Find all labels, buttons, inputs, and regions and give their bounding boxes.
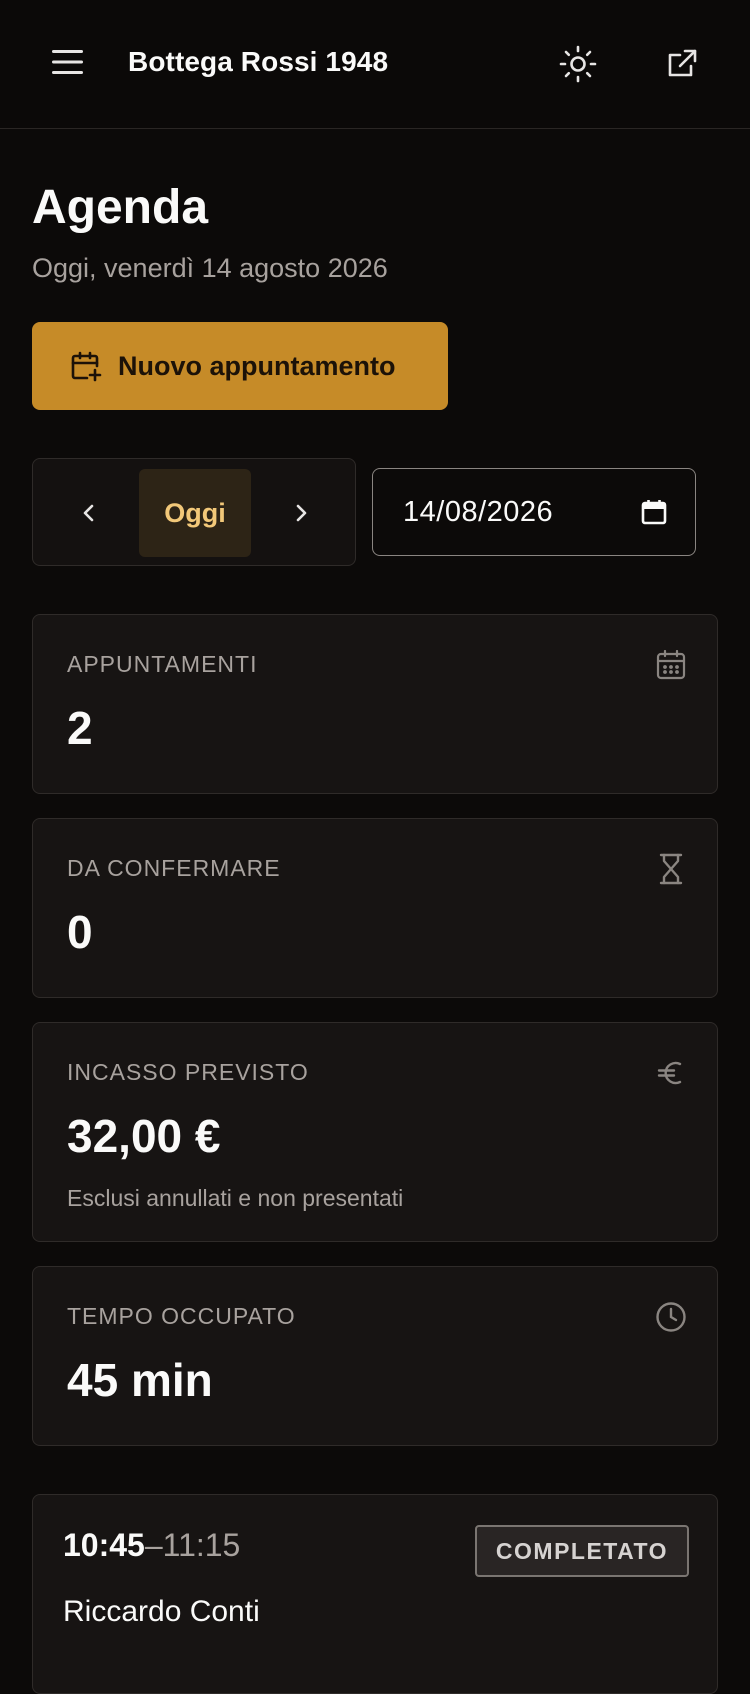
- page-title: Agenda: [32, 181, 209, 234]
- appointment-start: 10:45: [63, 1527, 145, 1563]
- new-appointment-label: Nuovo appuntamento: [118, 350, 396, 381]
- date-input-value: 14/08/2026: [403, 495, 554, 528]
- calendar-plus-icon: [71, 351, 102, 382]
- page-subtitle: Oggi, venerdì 14 agosto 2026: [32, 253, 388, 283]
- open-external-button[interactable]: [660, 44, 704, 84]
- appointment-card[interactable]: 10:45–11:15 COMPLETATO Riccardo Conti: [32, 1494, 718, 1694]
- stat-label: INCASSO PREVISTO: [67, 1059, 309, 1085]
- top-bar: Bottega Rossi 1948: [0, 0, 750, 129]
- stat-value: 32,00 €: [67, 1110, 221, 1162]
- external-link-icon: [668, 49, 697, 77]
- appointment-end: 11:15: [162, 1527, 241, 1563]
- stat-note: Esclusi annullati e non presentati: [67, 1185, 404, 1211]
- clock-icon: [656, 1302, 686, 1332]
- sun-icon: [559, 45, 597, 83]
- appointment-time-separator: –: [144, 1527, 163, 1563]
- new-appointment-button[interactable]: Nuovo appuntamento: [32, 322, 448, 410]
- stat-card-appointments: APPUNTAMENTI 2: [32, 614, 718, 794]
- chevron-right-icon: [296, 504, 307, 522]
- previous-day-button[interactable]: [69, 493, 109, 533]
- day-navigation: Oggi: [32, 458, 356, 566]
- stat-value: 0: [67, 906, 93, 958]
- stat-card-expected-revenue: INCASSO PREVISTO 32,00 € Esclusi annulla…: [32, 1022, 718, 1242]
- appointment-time: 10:45–11:15: [63, 1527, 240, 1564]
- stat-card-busy-time: TEMPO OCCUPATO 45 min: [32, 1266, 718, 1446]
- stat-value: 45 min: [67, 1354, 213, 1406]
- calendar-icon: [656, 650, 686, 680]
- stat-value: 2: [67, 702, 93, 754]
- brand-name[interactable]: Bottega Rossi 1948: [128, 46, 388, 78]
- stat-card-to-confirm: DA CONFERMARE 0: [32, 818, 718, 998]
- euro-icon: [657, 1061, 682, 1085]
- theme-toggle-button[interactable]: [556, 44, 600, 84]
- chevron-left-icon: [83, 504, 94, 522]
- stat-label: APPUNTAMENTI: [67, 651, 258, 677]
- status-badge: COMPLETATO: [475, 1525, 689, 1577]
- date-input[interactable]: 14/08/2026: [372, 468, 696, 556]
- menu-button[interactable]: [50, 44, 86, 80]
- hourglass-icon: [659, 853, 683, 885]
- hamburger-icon: [52, 50, 83, 74]
- next-day-button[interactable]: [281, 493, 321, 533]
- stat-label: DA CONFERMARE: [67, 855, 281, 881]
- today-button[interactable]: Oggi: [139, 469, 251, 557]
- calendar-icon[interactable]: [641, 499, 667, 525]
- stat-label: TEMPO OCCUPATO: [67, 1303, 296, 1329]
